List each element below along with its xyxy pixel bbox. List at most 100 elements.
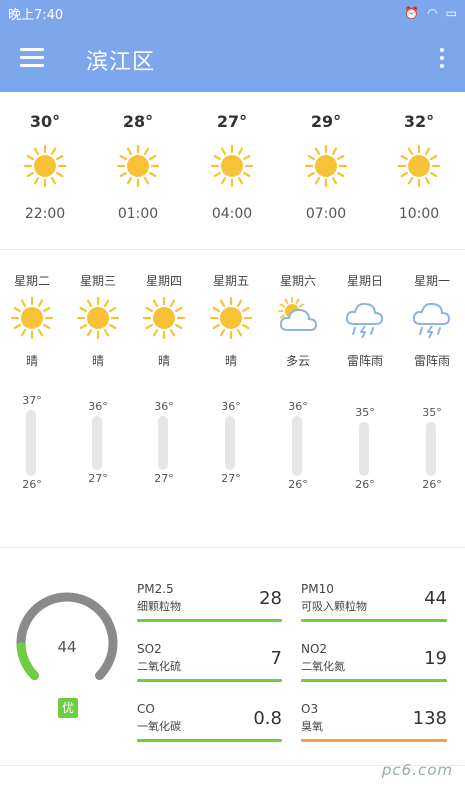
sun-icon [23,144,67,188]
day-name: 星期四 [145,274,182,288]
menu-icon[interactable] [20,48,44,68]
low-temp: 27° [88,472,108,485]
gauge-track [16,592,118,681]
high-temp: 36° [288,400,308,413]
wifi-icon: ◠ [427,6,438,20]
pollutant-level-line [301,679,447,682]
sun-icon [10,296,54,340]
hourly-item: 28° 01:00 [103,112,173,222]
thunderstorm-icon [343,296,387,340]
page-title: 滨江区 [86,50,156,75]
sun-icon [209,296,253,340]
pollutant-label: 二氧化氮 [301,660,345,673]
pollutant-name: SO2 [137,642,162,656]
pollutant-level-line [137,619,282,622]
hourly-time: 10:00 [398,206,440,222]
temp-bar [26,410,36,476]
status-time: 晚上7:40 [8,7,64,23]
day-weather: 晴 [157,354,170,368]
day-weather: 雷阵雨 [346,354,383,368]
daily-item: 星期六 多云 [268,272,328,369]
pollutant-item: PM10 可吸入颗粒物 44 [301,582,447,622]
pollutant-level-line [137,679,282,682]
daily-item: 星期二 晴 [2,272,62,369]
high-temp: 36° [221,400,241,413]
hourly-item: 27° 04:00 [197,112,267,222]
sun-icon [397,144,441,188]
pollutant-value: 28 [259,588,282,609]
hourly-forecast: 30° 22:00 28° 01:00 27° 04:00 29° 07:00 32° … [0,92,465,250]
day-weather: 晴 [91,354,104,368]
temp-bar [426,422,436,476]
high-temp: 35° [422,406,442,419]
pollutant-name: PM10 [301,582,334,596]
hourly-time: 01:00 [117,206,159,222]
day-weather: 多云 [285,354,310,368]
temp-bar [292,416,302,476]
day-name: 星期六 [279,274,316,288]
pollutant-label: 臭氧 [301,720,323,733]
high-temp: 37° [22,394,42,407]
low-temp: 27° [154,472,174,485]
pollutant-value: 7 [270,648,282,669]
pollutant-item: O3 臭氧 138 [301,702,447,742]
battery-icon: ▭ [445,6,457,20]
hourly-item: 32° 10:00 [384,112,454,222]
pollutant-item: PM2.5 细颗粒物 28 [137,582,282,622]
daily-item: 星期五 晴 [201,272,261,369]
day-name: 星期三 [79,274,116,288]
pollutant-name: CO [137,702,155,716]
sun-icon [304,144,348,188]
pollutant-name: NO2 [301,642,328,656]
low-temp: 26° [422,478,442,491]
temp-bar [225,416,235,470]
sun-icon [142,296,186,340]
hourly-temp: 30° [29,112,61,131]
pollutant-value: 44 [424,588,447,609]
low-temp: 26° [288,478,308,491]
pollutant-value: 0.8 [253,708,282,729]
temp-bar [359,422,369,476]
aqi-level-badge: 优 [58,698,78,718]
more-options-icon[interactable] [439,48,445,70]
pollutant-level-line [301,619,447,622]
pollutant-label: 可吸入颗粒物 [301,600,367,613]
status-bar: 晚上7:40 ⏰ ◠ ▭ [0,0,465,26]
temp-bar [158,416,168,470]
pollutant-value: 138 [412,708,447,729]
day-weather: 晴 [25,354,38,368]
daily-forecast: 星期二 晴 37° 26° 星期三 晴 36° 27° 星期四 晴 36° 27° 星期五 … [0,250,465,548]
pollutant-name: PM2.5 [137,582,174,596]
daily-item: 星期日 雷阵雨 [335,272,395,369]
sun-icon [76,296,120,340]
app-bar: 滨江区 [0,26,465,92]
hourly-temp: 28° [122,112,154,131]
high-temp: 36° [154,400,174,413]
sun-icon [116,144,160,188]
hourly-time: 07:00 [305,206,347,222]
low-temp: 26° [22,478,42,491]
aqi-value: 44 [57,638,77,656]
sun-icon [210,144,254,188]
pollutant-label: 细颗粒物 [137,600,181,613]
hourly-item: 29° 07:00 [291,112,361,222]
high-temp: 35° [355,406,375,419]
hourly-temp: 32° [403,112,435,131]
pollutant-value: 19 [424,648,447,669]
pollutant-label: 一氧化碳 [137,720,181,733]
pollutant-item: NO2 二氧化氮 19 [301,642,447,682]
low-temp: 26° [355,478,375,491]
pollutant-item: CO 一氧化碳 0.8 [137,702,282,742]
pollutant-level-line [301,739,447,742]
hourly-item: 30° 22:00 [10,112,80,222]
day-weather: 雷阵雨 [413,354,450,368]
temp-bar [92,416,102,470]
daily-item: 星期四 晴 [134,272,194,369]
alarm-icon: ⏰ [404,6,420,20]
hourly-temp: 27° [216,112,248,131]
day-name: 星期日 [346,274,383,288]
pollutant-label: 二氧化硫 [137,660,181,673]
day-name: 星期一 [413,274,450,288]
hourly-time: 04:00 [211,206,253,222]
high-temp: 36° [88,400,108,413]
